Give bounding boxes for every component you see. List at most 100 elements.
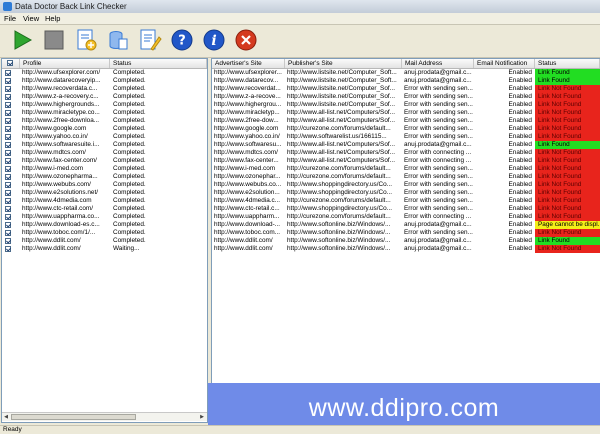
stop-button[interactable] [42, 28, 66, 52]
result-row[interactable]: http://www.2free-dow... http://www.all-li… [212, 117, 600, 125]
result-row[interactable]: http://www.fax-center... http://www.all-l… [212, 157, 600, 165]
profile-row[interactable]: http://www.softwaresuite.i... Completed. [2, 141, 207, 149]
row-checkbox[interactable] [5, 238, 11, 244]
profile-row[interactable]: http://www.fax-center.com/Completed. [2, 157, 207, 165]
row-checkbox[interactable] [5, 222, 11, 228]
result-row[interactable]: http://www.miracletyp... http://www.all-l… [212, 109, 600, 117]
row-checkbox[interactable] [5, 190, 11, 196]
scroll-right-icon[interactable]: ▶ [198, 413, 206, 421]
profile-row[interactable]: http://www.z-a-recovery.c... Completed. [2, 93, 207, 101]
row-checkbox[interactable] [5, 214, 11, 220]
link-status: Link Not Found [535, 229, 600, 237]
database-button[interactable] [106, 28, 130, 52]
profile-row[interactable]: http://www.4dmedia.com Completed. [2, 197, 207, 205]
select-all-column[interactable] [2, 59, 20, 68]
row-checkbox[interactable] [5, 158, 11, 164]
result-row[interactable]: http://www.yahoo.co.in/http://www.softwa… [212, 133, 600, 141]
profile-row[interactable]: http://www.google.com Completed. [2, 125, 207, 133]
mail-address-column-header[interactable]: Mail Address [402, 59, 474, 68]
add-button[interactable] [74, 28, 98, 52]
row-checkbox[interactable] [5, 70, 11, 76]
mail-address: Error with connecting ... [404, 157, 472, 164]
result-row[interactable]: http://www.uappharm... http://curezone.co… [212, 213, 600, 221]
menu-file[interactable]: File [4, 13, 16, 24]
row-checkbox[interactable] [5, 246, 11, 252]
status-column-header[interactable]: Status [110, 59, 207, 68]
row-checkbox[interactable] [5, 86, 11, 92]
profile-row[interactable]: http://www.miracletype.co... Completed. [2, 109, 207, 117]
row-checkbox[interactable] [5, 94, 11, 100]
profile-row[interactable]: http://www.yahoo.co.in/Completed. [2, 133, 207, 141]
link-status: Link Found [535, 237, 600, 245]
profile-row[interactable]: http://www.ddlit.com/Waiting... [2, 245, 207, 253]
row-checkbox[interactable] [5, 206, 11, 212]
report-button[interactable] [138, 28, 162, 52]
profile-url: http://www.datarecoveryip... [22, 77, 101, 84]
profile-row[interactable]: http://www.2free-downloa... Completed. [2, 117, 207, 125]
result-row[interactable]: http://www.google.com http://curezone.com… [212, 125, 600, 133]
horizontal-scrollbar[interactable]: ◀ ▶ [2, 412, 207, 421]
result-row[interactable]: http://www.ddlit.com/http://www.softonli… [212, 237, 600, 245]
result-row[interactable]: http://www.toboc.com... http://www.softon… [212, 229, 600, 237]
row-checkbox[interactable] [5, 166, 11, 172]
info-button[interactable]: i [202, 28, 226, 52]
result-row[interactable]: http://www.ctc-retail.c... http://www.sho… [212, 205, 600, 213]
profile-row[interactable]: http://www.ctc-retail.com/Completed. [2, 205, 207, 213]
row-checkbox[interactable] [5, 230, 11, 236]
start-button[interactable] [10, 28, 34, 52]
advertiser-site-column-header[interactable]: Advertiser's Site [212, 59, 285, 68]
result-row[interactable]: http://www.ddlit.com/http://www.softonli… [212, 245, 600, 253]
profile-row[interactable]: http://www.ufsexplorer.com/Completed. [2, 69, 207, 77]
scroll-thumb[interactable] [11, 414, 136, 420]
row-checkbox[interactable] [5, 118, 11, 124]
result-row[interactable]: http://www.datarecov... http://www.listsi… [212, 77, 600, 85]
result-row[interactable]: http://www.recoverdat... http://www.lists… [212, 85, 600, 93]
result-row[interactable]: http://www.highergrou... http://www.lists… [212, 101, 600, 109]
row-checkbox[interactable] [5, 182, 11, 188]
scroll-left-icon[interactable]: ◀ [2, 413, 10, 421]
profile-row[interactable]: http://www.ozonepharma... Completed. [2, 173, 207, 181]
help-button[interactable]: ? [170, 28, 194, 52]
profile-row[interactable]: http://www.webubs.com/Completed. [2, 181, 207, 189]
row-checkbox[interactable] [5, 102, 11, 108]
result-row[interactable]: http://www.webubs.co... http://www.shoppi… [212, 181, 600, 189]
publisher-site-column-header[interactable]: Publisher's Site [285, 59, 402, 68]
profile-row[interactable]: http://www.highergrounds... Completed. [2, 101, 207, 109]
report-icon [140, 29, 162, 51]
email-notification: Enabled [508, 125, 532, 132]
profile-row[interactable]: http://www.mdtcs.com/Completed. [2, 149, 207, 157]
row-checkbox[interactable] [5, 150, 11, 156]
profile-row[interactable]: http://www.i-med.com Completed. [2, 165, 207, 173]
result-row[interactable]: http://www.ufsexplorer... http://www.list… [212, 69, 600, 77]
profile-status: Completed. [113, 189, 146, 196]
result-row[interactable]: http://www.4dmedia.c... http://curezone.c… [212, 197, 600, 205]
email-notification-column-header[interactable]: Email Notification [474, 59, 535, 68]
result-row[interactable]: http://www.mdtcs.com/http://www.all-list… [212, 149, 600, 157]
profile-row[interactable]: http://www.datarecoveryip... Completed. [2, 77, 207, 85]
row-checkbox[interactable] [5, 110, 11, 116]
status-column-header[interactable]: Status [535, 59, 600, 68]
result-row[interactable]: http://www.ozonephar... http://curezone.c… [212, 173, 600, 181]
select-all-checkbox[interactable] [7, 60, 13, 66]
row-checkbox[interactable] [5, 198, 11, 204]
row-checkbox[interactable] [5, 126, 11, 132]
profile-row[interactable]: http://www.recoverdata.c... Completed. [2, 85, 207, 93]
profile-row[interactable]: http://www.toboc.com/1/... Completed. [2, 229, 207, 237]
result-row[interactable]: http://www.e2solution... http://www.shopp… [212, 189, 600, 197]
row-checkbox[interactable] [5, 78, 11, 84]
profile-row[interactable]: http://www.download-es.c... Completed. [2, 221, 207, 229]
profile-row[interactable]: http://www.ddlit.com/Completed. [2, 237, 207, 245]
result-row[interactable]: http://www.z-a-recove... http://www.lists… [212, 93, 600, 101]
close-button[interactable] [234, 28, 258, 52]
profile-column-header[interactable]: Profile [20, 59, 110, 68]
profile-row[interactable]: http://www.e2solutions.net/Completed. [2, 189, 207, 197]
row-checkbox[interactable] [5, 134, 11, 140]
profile-row[interactable]: http://www.uappharma.co... Completed. [2, 213, 207, 221]
result-row[interactable]: http://www.download-... http://www.softon… [212, 221, 600, 229]
menu-view[interactable]: View [23, 13, 39, 24]
row-checkbox[interactable] [5, 142, 11, 148]
result-row[interactable]: http://www.i-med.com http://curezone.com/… [212, 165, 600, 173]
menu-help[interactable]: Help [45, 13, 60, 24]
result-row[interactable]: http://www.softwaresu... http://www.all-l… [212, 141, 600, 149]
row-checkbox[interactable] [5, 174, 11, 180]
